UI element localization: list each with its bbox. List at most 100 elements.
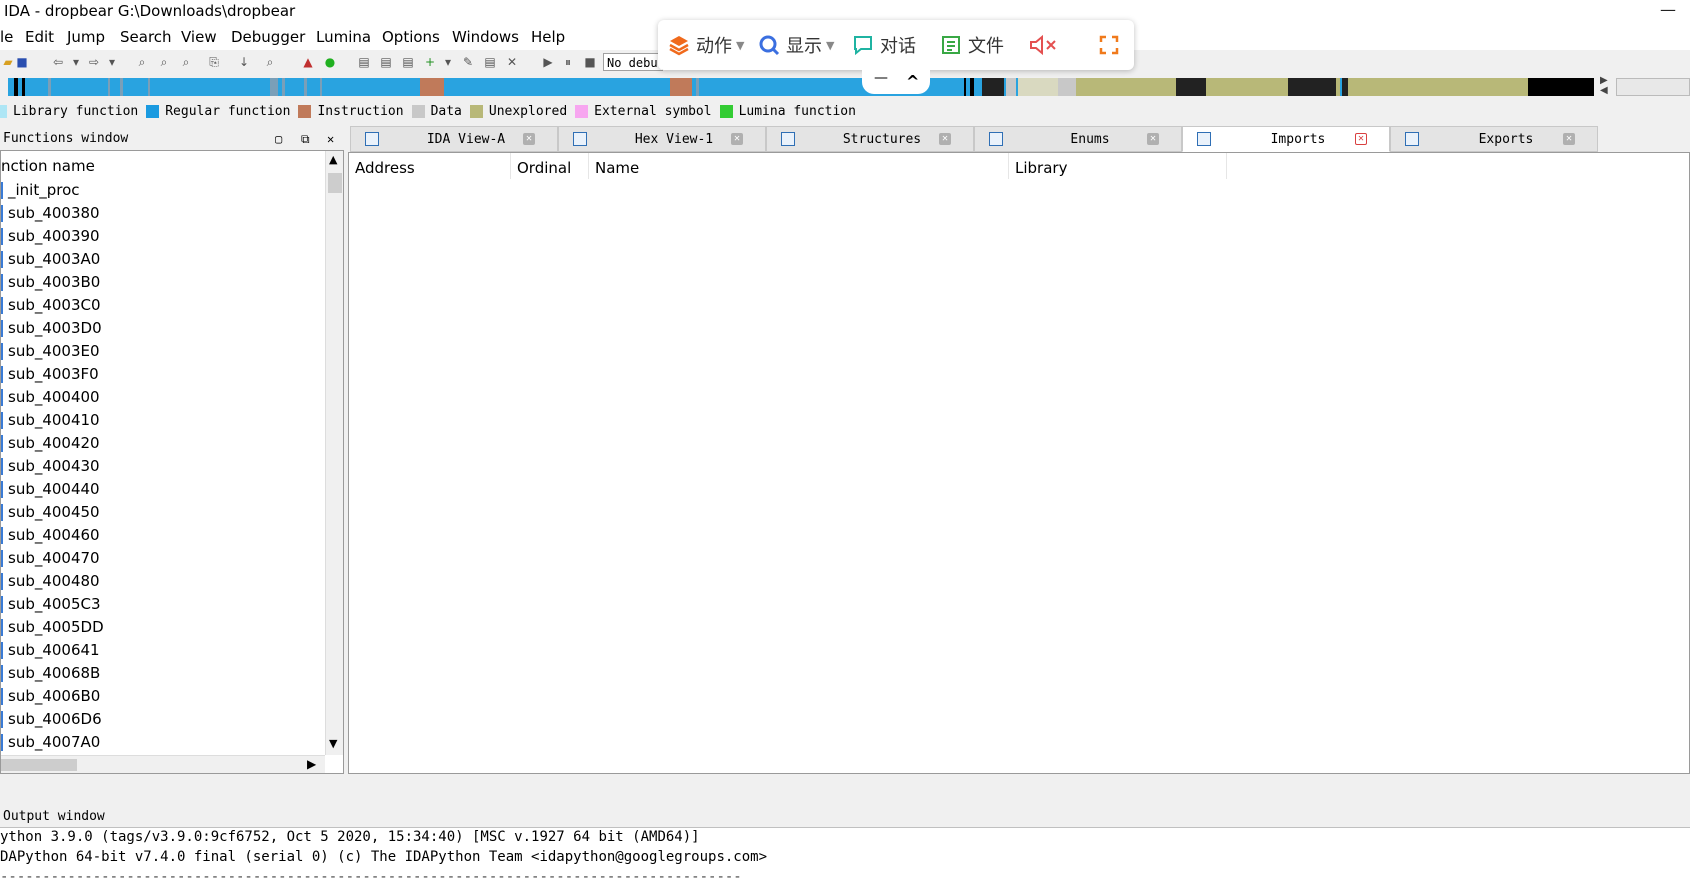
menu-edit[interactable]: Edit <box>25 28 54 46</box>
green-dot-icon[interactable]: ● <box>322 54 338 70</box>
function-item[interactable]: sub_4005DD <box>1 616 325 639</box>
forward-dropdown-icon[interactable]: ▾ <box>104 54 120 70</box>
column-name[interactable]: Name <box>589 153 1009 179</box>
debugger-select[interactable]: No debu <box>603 53 663 71</box>
function-item[interactable]: sub_4006B0 <box>1 685 325 708</box>
close-icon[interactable]: ✕ <box>1563 133 1575 145</box>
function-item[interactable]: sub_40068B <box>1 662 325 685</box>
function-item[interactable]: sub_400470 <box>1 547 325 570</box>
function-item[interactable]: sub_400390 <box>1 225 325 248</box>
tab-ida-view-a[interactable]: IDA View-A ✕ <box>350 126 558 152</box>
down-arrow-icon[interactable]: ↓ <box>236 54 252 70</box>
action-menu[interactable]: 动作 ▼ <box>668 32 744 58</box>
scroll-down-icon[interactable]: ▼ <box>329 737 337 750</box>
menu-jump[interactable]: Jump <box>67 28 105 46</box>
nav-band-arrows-icon[interactable]: ▶ ◀ <box>1600 76 1608 96</box>
menu-lumina[interactable]: Lumina <box>316 28 371 46</box>
function-item[interactable]: sub_4003E0 <box>1 340 325 363</box>
close-icon[interactable]: ✕ <box>327 128 334 150</box>
menu-file[interactable]: le <box>0 28 13 46</box>
column-library[interactable]: Library <box>1009 153 1227 179</box>
nav-band-zoom[interactable] <box>1616 78 1690 96</box>
float-icon[interactable]: ⧉ <box>301 128 310 150</box>
function-item[interactable]: sub_400480 <box>1 570 325 593</box>
play-icon[interactable]: ▶ <box>540 54 556 70</box>
function-item[interactable]: sub_400380 <box>1 202 325 225</box>
function-item[interactable]: sub_4003B0 <box>1 271 325 294</box>
forward-icon[interactable]: ⇨ <box>86 54 102 70</box>
minimize-bar-icon[interactable]: — <box>874 70 888 86</box>
scroll-up-icon[interactable]: ▲ <box>329 153 337 166</box>
undefine-icon[interactable]: ▤ <box>400 54 416 70</box>
graph-icon[interactable]: ▲ <box>300 54 316 70</box>
immediate-search-icon[interactable]: ⌕ <box>178 54 194 70</box>
find-icon[interactable]: ⌕ <box>262 54 278 70</box>
chat-button[interactable]: 对话 <box>852 32 916 58</box>
fullscreen-button[interactable] <box>1098 32 1126 58</box>
tab-hex-view-1[interactable]: Hex View-1 ✕ <box>558 126 766 152</box>
add-icon[interactable]: + <box>422 54 438 70</box>
function-item[interactable]: sub_400641 <box>1 639 325 662</box>
function-item[interactable]: sub_4003F0 <box>1 363 325 386</box>
close-icon[interactable]: ✕ <box>731 133 743 145</box>
scroll-thumb[interactable] <box>328 173 342 193</box>
tab-exports[interactable]: Exports ✕ <box>1390 126 1598 152</box>
function-item[interactable]: sub_400400 <box>1 386 325 409</box>
mute-button[interactable] <box>1028 32 1064 58</box>
output-window[interactable]: ython 3.9.0 (tags/v3.9.0:9cf6752, Oct 5 … <box>0 828 1690 886</box>
function-item[interactable]: sub_4005C3 <box>1 593 325 616</box>
function-item[interactable]: _init_proc <box>1 179 325 202</box>
patch-icon[interactable]: ✎ <box>460 54 476 70</box>
close-icon[interactable]: ✕ <box>1147 133 1159 145</box>
function-item[interactable]: sub_400450 <box>1 501 325 524</box>
function-item[interactable]: sub_400460 <box>1 524 325 547</box>
chevron-up-icon[interactable]: ^ <box>906 72 919 91</box>
navigation-band[interactable] <box>8 78 1594 96</box>
back-icon[interactable]: ⇦ <box>50 54 66 70</box>
function-item[interactable]: sub_400410 <box>1 409 325 432</box>
scroll-right-icon[interactable]: ▶ <box>307 757 316 771</box>
tab-enums[interactable]: Enums ✕ <box>974 126 1182 152</box>
minimize-button[interactable]: — <box>1660 0 1676 19</box>
pause-icon[interactable]: ⏸ <box>560 54 576 70</box>
search-next-icon[interactable]: ⎘ <box>206 54 222 70</box>
code-icon[interactable]: ▤ <box>356 54 372 70</box>
save-icon[interactable]: ■ <box>14 54 30 70</box>
function-name-column-header[interactable]: nction name <box>1 151 325 177</box>
column-address[interactable]: Address <box>349 153 511 179</box>
stop-icon[interactable]: ■ <box>582 54 598 70</box>
function-item[interactable]: sub_400430 <box>1 455 325 478</box>
add-dropdown-icon[interactable]: ▾ <box>440 54 456 70</box>
close-icon[interactable]: ✕ <box>523 133 535 145</box>
file-button[interactable]: 文件 <box>940 32 1004 58</box>
struct-icon[interactable]: ▤ <box>482 54 498 70</box>
functions-vertical-scrollbar[interactable]: ▲ ▼ <box>325 151 343 755</box>
scroll-thumb[interactable] <box>1 759 77 771</box>
close-icon[interactable]: ✕ <box>939 133 951 145</box>
data-icon[interactable]: ▤ <box>378 54 394 70</box>
function-item[interactable]: sub_400440 <box>1 478 325 501</box>
function-item[interactable]: sub_4003D0 <box>1 317 325 340</box>
menu-debugger[interactable]: Debugger <box>231 28 305 46</box>
menu-options[interactable]: Options <box>382 28 440 46</box>
delete-icon[interactable]: ✕ <box>504 54 520 70</box>
tab-imports[interactable]: Imports ✕ <box>1182 126 1390 152</box>
menu-help[interactable]: Help <box>531 28 565 46</box>
function-item[interactable]: sub_4006D6 <box>1 708 325 731</box>
floating-toolbar-collapse[interactable]: — ^ <box>862 70 930 94</box>
functions-horizontal-scrollbar[interactable]: ▶ <box>1 755 325 773</box>
function-item[interactable]: sub_4007A0 <box>1 731 325 754</box>
binary-search-icon[interactable]: ⌕ <box>134 54 150 70</box>
column-ordinal[interactable]: Ordinal <box>511 153 589 179</box>
function-item[interactable]: sub_4003C0 <box>1 294 325 317</box>
tab-structures[interactable]: Structures ✕ <box>766 126 974 152</box>
close-icon[interactable]: ✕ <box>1355 133 1367 145</box>
menu-windows[interactable]: Windows <box>452 28 519 46</box>
function-item[interactable]: sub_4003A0 <box>1 248 325 271</box>
function-item[interactable]: sub_400420 <box>1 432 325 455</box>
display-menu[interactable]: 显示 ▼ <box>758 32 834 58</box>
back-dropdown-icon[interactable]: ▾ <box>68 54 84 70</box>
restore-icon[interactable]: ▢ <box>275 128 282 150</box>
menu-view[interactable]: View <box>181 28 217 46</box>
menu-search[interactable]: Search <box>120 28 172 46</box>
